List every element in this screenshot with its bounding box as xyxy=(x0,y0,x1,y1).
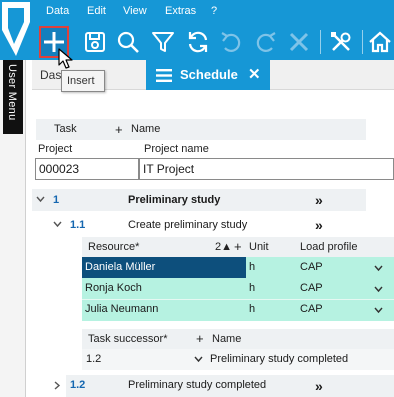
resource-header: Resource* xyxy=(88,241,140,253)
undo-icon xyxy=(221,32,241,52)
user-menu-label: User Menu xyxy=(6,64,18,121)
resource-profile[interactable]: CAP xyxy=(300,261,323,273)
user-menu-button[interactable]: User Menu xyxy=(3,60,23,134)
successor-name: Preliminary study completed xyxy=(210,353,349,365)
refresh-button[interactable] xyxy=(183,26,213,58)
resource-unit[interactable]: h xyxy=(249,303,255,315)
name-header: Name xyxy=(131,123,161,135)
task-name: Preliminary study completed xyxy=(128,379,267,391)
undo-button[interactable] xyxy=(216,26,246,58)
chevron-right-icon[interactable] xyxy=(54,381,61,390)
refresh-icon xyxy=(188,31,208,53)
project-label: Project xyxy=(38,143,73,155)
mouse-cursor-icon xyxy=(58,48,73,69)
successor-task[interactable]: 1.2 xyxy=(86,353,101,365)
chevron-down-icon[interactable] xyxy=(53,221,62,228)
search-icon xyxy=(117,31,139,53)
project-field[interactable]: 000023 xyxy=(35,158,139,180)
redo-icon xyxy=(256,32,276,52)
menu-edit[interactable]: Edit xyxy=(87,5,106,17)
redo-button[interactable] xyxy=(251,26,281,58)
task-number[interactable]: 1.1 xyxy=(70,219,85,231)
chevron-down-icon[interactable] xyxy=(194,356,203,363)
resource-name[interactable]: Daniela Müller xyxy=(85,261,155,273)
filter-icon xyxy=(152,32,174,52)
resource-profile[interactable]: CAP xyxy=(300,303,323,315)
task-name: Create preliminary study xyxy=(128,219,248,231)
successor-name-header: Name xyxy=(212,333,242,345)
project-name-label: Project name xyxy=(144,143,209,155)
task-header-row xyxy=(36,119,366,140)
menu-data[interactable]: Data xyxy=(46,5,69,17)
chevron-down-icon[interactable] xyxy=(36,196,45,203)
resource-profile[interactable]: CAP xyxy=(300,282,323,294)
add-resource-button[interactable]: + xyxy=(234,239,242,254)
project-name-field[interactable]: IT Project xyxy=(139,158,394,180)
task-nav-button[interactable]: » xyxy=(315,192,323,208)
search-button[interactable] xyxy=(113,26,143,58)
sort-indicator[interactable]: 2▲ xyxy=(215,241,232,253)
hamburger-icon[interactable] xyxy=(156,69,172,82)
add-task-button[interactable]: + xyxy=(115,122,123,137)
delete-button[interactable] xyxy=(284,26,314,58)
chevron-down-icon[interactable] xyxy=(374,286,383,293)
app-logo xyxy=(2,2,30,56)
tab-schedule-label: Schedule xyxy=(180,67,238,82)
schedule-content: Task + Name Project Project name 000023 … xyxy=(32,90,394,397)
toolbar-separator xyxy=(320,30,321,54)
resource-unit[interactable]: h xyxy=(249,261,255,273)
task-name: Preliminary study xyxy=(128,194,221,206)
menu-view[interactable]: View xyxy=(123,5,147,17)
save-icon xyxy=(85,32,105,52)
task-number[interactable]: 1.2 xyxy=(70,379,85,391)
filter-button[interactable] xyxy=(148,26,178,58)
menu-extras[interactable]: Extras xyxy=(165,5,196,17)
toolbar-separator xyxy=(362,30,363,54)
add-successor-button[interactable]: + xyxy=(196,331,204,346)
chevron-down-icon[interactable] xyxy=(374,265,383,272)
home-button[interactable] xyxy=(366,26,394,58)
close-icon[interactable]: ✕ xyxy=(248,65,261,83)
delete-icon xyxy=(289,32,309,52)
task-number[interactable]: 1 xyxy=(53,194,59,206)
resource-name[interactable]: Ronja Koch xyxy=(85,282,142,294)
resource-name[interactable]: Julia Neumann xyxy=(85,303,158,315)
load-profile-header: Load profile xyxy=(300,241,358,253)
insert-tooltip: Insert xyxy=(61,70,105,92)
resource-unit[interactable]: h xyxy=(249,282,255,294)
tools-icon xyxy=(331,32,351,51)
save-button[interactable] xyxy=(80,26,110,58)
task-nav-button[interactable]: » xyxy=(315,378,323,394)
successor-header: Task successor* xyxy=(88,333,168,345)
menu-help[interactable]: ? xyxy=(211,5,217,17)
menu-bar: Data Edit View Extras ? xyxy=(0,0,394,24)
tools-button[interactable] xyxy=(326,26,356,58)
unit-header: Unit xyxy=(249,241,269,253)
home-icon xyxy=(369,31,391,53)
task-header: Task xyxy=(54,123,77,135)
task-nav-button[interactable]: » xyxy=(315,217,323,233)
tab-schedule[interactable]: Schedule ✕ xyxy=(146,60,270,90)
chevron-down-icon[interactable] xyxy=(374,307,383,314)
